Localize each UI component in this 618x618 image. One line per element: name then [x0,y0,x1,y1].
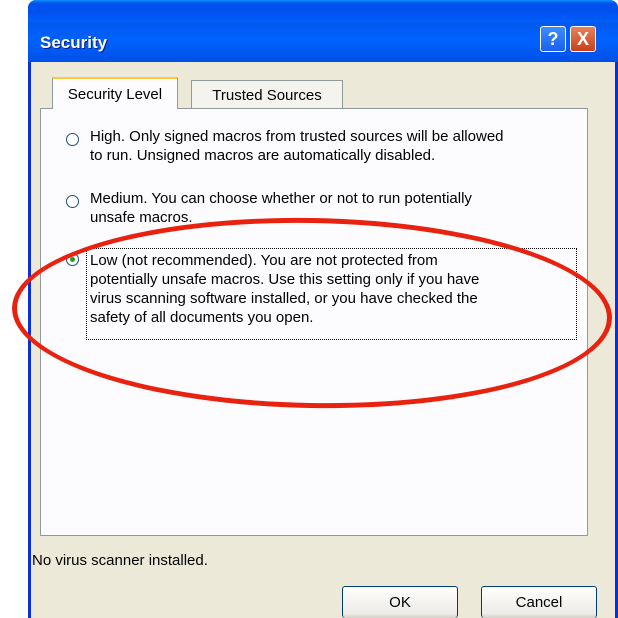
ok-button[interactable]: OK [342,586,458,618]
tab-label: Security Level [67,85,163,103]
option-line: to run. Unsigned macros are automaticall… [90,147,436,164]
option-high-label[interactable]: High. Only signed macros from trusted so… [90,127,585,165]
tab-security-level[interactable]: Security Level [52,77,178,109]
dialog-title: Security [40,33,108,52]
help-button[interactable]: ? [540,26,566,52]
option-line: safety of all documents you open. [90,309,314,326]
radio-selected-dot [70,257,75,262]
option-line: potentially unsafe macros. Use this sett… [90,271,480,288]
tab-label: Trusted Sources [212,87,322,104]
option-medium-label[interactable]: Medium. You can choose whether or not to… [90,189,585,227]
option-line: Medium. You can choose whether or not to… [90,190,472,207]
option-line: High. Only signed macros from trusted so… [90,128,504,145]
radio-low[interactable] [66,253,79,266]
option-low-label[interactable]: Low (not recommended). You are not prote… [90,251,585,327]
virus-scanner-status: No virus scanner installed. [32,552,208,569]
title-bar[interactable] [28,22,618,62]
option-line: Low (not recommended). You are not prote… [90,252,438,269]
ok-button-label: OK [389,594,411,611]
option-line: unsafe macros. [90,209,193,226]
tab-trusted-sources[interactable]: Trusted Sources [191,80,343,110]
cancel-button[interactable]: Cancel [481,586,597,618]
close-icon: X [576,28,589,49]
radio-medium[interactable] [66,195,79,208]
cancel-button-label: Cancel [515,594,563,611]
option-line: virus scanning software installed, or yo… [90,290,478,307]
close-button[interactable]: X [570,26,596,52]
help-icon: ? [547,28,559,49]
radio-high[interactable] [66,133,79,146]
